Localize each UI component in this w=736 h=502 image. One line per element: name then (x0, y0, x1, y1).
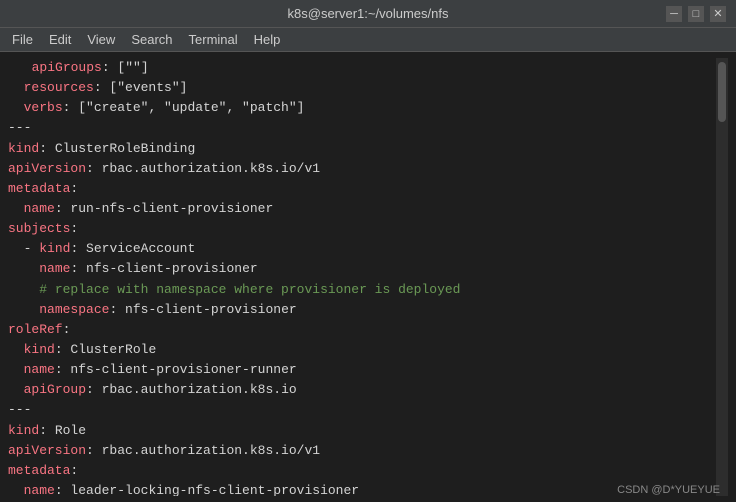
code-block: apiGroups: [""] resources: ["events"] ve… (8, 58, 716, 496)
scrollbar-thumb[interactable] (718, 62, 726, 122)
menu-item-terminal[interactable]: Terminal (181, 30, 246, 49)
watermark: CSDN @D*YUEYUE (617, 484, 720, 496)
terminal-window: apiGroups: [""] resources: ["events"] ve… (0, 52, 736, 502)
menu-item-edit[interactable]: Edit (41, 30, 79, 49)
menu-item-view[interactable]: View (79, 30, 123, 49)
title-bar: k8s@server1:~/volumes/nfs ─ □ ✕ (0, 0, 736, 28)
close-button[interactable]: ✕ (710, 6, 726, 22)
maximize-button[interactable]: □ (688, 6, 704, 22)
minimize-button[interactable]: ─ (666, 6, 682, 22)
window-title: k8s@server1:~/volumes/nfs (70, 6, 666, 21)
menu-bar: FileEditViewSearchTerminalHelp (0, 28, 736, 52)
terminal-content: apiGroups: [""] resources: ["events"] ve… (8, 58, 716, 496)
menu-item-search[interactable]: Search (123, 30, 180, 49)
menu-item-help[interactable]: Help (246, 30, 289, 49)
window-controls: ─ □ ✕ (666, 6, 726, 22)
scrollbar[interactable] (716, 58, 728, 496)
menu-item-file[interactable]: File (4, 30, 41, 49)
